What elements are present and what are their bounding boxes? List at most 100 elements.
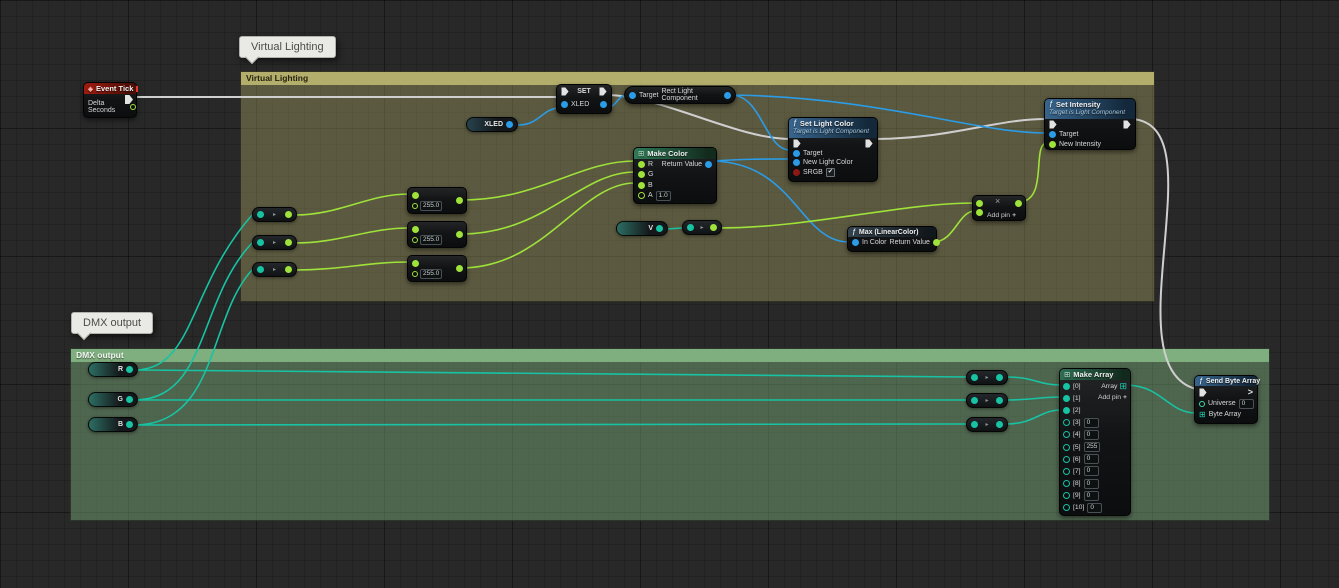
- wire-makecolor-newlightcolor[interactable]: [713, 159, 790, 161]
- make-color-a-pin[interactable]: [638, 192, 645, 199]
- node-conv-byte-to-float-g[interactable]: ▸: [252, 235, 297, 250]
- conv-in-pin[interactable]: [971, 421, 978, 428]
- conv-in-pin[interactable]: [971, 397, 978, 404]
- conv-in-pin[interactable]: [971, 374, 978, 381]
- conv-in-pin[interactable]: [257, 211, 264, 218]
- slc-exec-out-pin[interactable]: [865, 139, 872, 147]
- node-xled-getter[interactable]: XLED: [466, 117, 518, 132]
- node-set-light-color[interactable]: ƒ Set Light Color Target is Light Compon…: [788, 117, 878, 182]
- conv-out-pin[interactable]: [996, 374, 1003, 381]
- conv-in-pin[interactable]: [257, 266, 264, 273]
- sba-universe-value[interactable]: 0: [1239, 399, 1254, 409]
- multiply-a-pin[interactable]: [976, 200, 983, 207]
- node-conv-byte-to-float-r[interactable]: ▸: [252, 207, 297, 222]
- node-divide-255-g[interactable]: 255.0: [407, 221, 467, 248]
- conv-in-pin[interactable]: [257, 239, 264, 246]
- make-array-pin-5-value[interactable]: 255: [1084, 442, 1101, 452]
- make-array-pin-8-value[interactable]: 0: [1084, 479, 1099, 489]
- node-conv-byte-g[interactable]: ▸: [966, 393, 1008, 408]
- multiply-out-pin[interactable]: [1015, 200, 1022, 207]
- make-array-pin-0[interactable]: [1063, 383, 1070, 390]
- make-array-pin-9[interactable]: [1063, 492, 1070, 499]
- node-make-array[interactable]: ⊞ Make Array Array ⊞ Add pin + [0] [1] […: [1059, 368, 1131, 516]
- blueprint-graph-canvas[interactable]: Virtual Lighting DMX output Virtual Ligh…: [0, 0, 1339, 588]
- make-array-pin-2[interactable]: [1063, 407, 1070, 414]
- make-array-pin-6-value[interactable]: 0: [1084, 454, 1099, 464]
- wire-makearray-bytearray[interactable]: [1125, 385, 1196, 413]
- make-array-pin-4-value[interactable]: 0: [1084, 430, 1099, 440]
- make-color-return-pin[interactable]: [705, 161, 712, 168]
- make-array-pin-7-value[interactable]: 0: [1084, 466, 1099, 476]
- wire-vconv-multiply[interactable]: [719, 203, 975, 228]
- node-make-color[interactable]: ⊞ Make Color R Return Value G B A 1.0: [633, 147, 717, 204]
- divide-b-value[interactable]: 255.0: [420, 201, 442, 211]
- sba-universe-pin[interactable]: [1199, 401, 1205, 407]
- rect-light-target-pin[interactable]: [629, 92, 636, 99]
- node-multiply[interactable]: × Add pin +: [972, 195, 1026, 221]
- wire-rectlight-setlightcolor-target[interactable]: [731, 95, 790, 150]
- divide-b-pin[interactable]: [412, 203, 418, 209]
- divide-a-pin[interactable]: [412, 260, 419, 267]
- node-conv-byte-to-float-b[interactable]: ▸: [252, 262, 297, 277]
- v-getter-out-pin[interactable]: [656, 225, 663, 232]
- wire-g-conv2[interactable]: [136, 243, 252, 400]
- make-color-r-pin[interactable]: [638, 161, 645, 168]
- node-max-linearcolor[interactable]: ƒ Max (LinearColor) In Color Return Valu…: [847, 226, 937, 252]
- rect-light-out-pin[interactable]: [724, 92, 731, 99]
- make-array-pin-9-value[interactable]: 0: [1084, 491, 1099, 501]
- sba-exec-in-pin[interactable]: [1199, 388, 1206, 396]
- si-exec-in-pin[interactable]: [1049, 120, 1056, 128]
- wire-conv1-div1[interactable]: [295, 194, 409, 215]
- make-color-b-pin[interactable]: [638, 182, 645, 189]
- divide-b-pin[interactable]: [412, 237, 418, 243]
- xled-getter-out-pin[interactable]: [506, 121, 513, 128]
- conv-out-pin[interactable]: [996, 397, 1003, 404]
- divide-out-pin[interactable]: [456, 197, 463, 204]
- make-array-add-pin-label[interactable]: Add pin: [1098, 394, 1121, 401]
- max-return-pin[interactable]: [933, 239, 940, 246]
- node-v-getter[interactable]: V: [616, 221, 668, 236]
- node-set-xled[interactable]: SET XLED: [556, 84, 612, 114]
- make-color-a-value[interactable]: 1.0: [656, 191, 671, 201]
- si-target-pin[interactable]: [1049, 131, 1056, 138]
- wire-rectlight-setintensity-target[interactable]: [731, 95, 1046, 133]
- make-array-pin-6[interactable]: [1063, 456, 1070, 463]
- make-array-pin-3[interactable]: [1063, 419, 1070, 426]
- node-g-getter[interactable]: G: [88, 392, 138, 407]
- divide-out-pin[interactable]: [456, 265, 463, 272]
- node-send-byte-array[interactable]: ƒ Send Byte Array > Universe 0 ⊞ Byte Ar…: [1194, 375, 1258, 424]
- conv-out-pin[interactable]: [285, 266, 292, 273]
- make-array-pin-10-value[interactable]: 0: [1087, 503, 1102, 513]
- wire-bconv3-makearray2[interactable]: [1006, 410, 1061, 424]
- multiply-add-pin-label[interactable]: Add pin: [987, 212, 1010, 219]
- slc-new-light-color-pin[interactable]: [793, 159, 800, 166]
- node-r-getter[interactable]: R: [88, 362, 138, 377]
- node-get-rect-light-component[interactable]: Target Rect Light Component: [624, 86, 736, 104]
- make-color-g-pin[interactable]: [638, 171, 645, 178]
- conv-out-pin[interactable]: [996, 421, 1003, 428]
- wire-div1-makecolor-r[interactable]: [461, 161, 635, 200]
- make-array-array-out-pin[interactable]: ⊞: [1119, 382, 1127, 391]
- node-conv-byte-r[interactable]: ▸: [966, 370, 1008, 385]
- conv-in-pin[interactable]: [687, 224, 694, 231]
- make-array-pin-10[interactable]: [1063, 504, 1070, 511]
- node-divide-255-r[interactable]: 255.0: [407, 187, 467, 214]
- sba-byte-array-pin[interactable]: ⊞: [1199, 410, 1206, 419]
- set-exec-out-pin[interactable]: [599, 87, 606, 95]
- r-getter-out-pin[interactable]: [126, 366, 133, 373]
- node-conv-byte-b[interactable]: ▸: [966, 417, 1008, 432]
- make-array-pin-5[interactable]: [1063, 444, 1070, 451]
- make-array-pin-7[interactable]: [1063, 468, 1070, 475]
- make-array-pin-8[interactable]: [1063, 480, 1070, 487]
- divide-b-pin[interactable]: [412, 271, 418, 277]
- slc-srgb-pin[interactable]: [793, 169, 800, 176]
- add-pin-icon[interactable]: +: [1123, 394, 1127, 401]
- make-array-pin-4[interactable]: [1063, 431, 1070, 438]
- g-getter-out-pin[interactable]: [126, 396, 133, 403]
- sba-exec-out-pin[interactable]: >: [1248, 388, 1253, 397]
- wire-r-conv1[interactable]: [136, 215, 252, 370]
- wire-xled-set[interactable]: [518, 108, 560, 125]
- slc-exec-in-pin[interactable]: [793, 139, 800, 147]
- wire-max-multiply[interactable]: [933, 211, 975, 242]
- wire-r-bottomconv1[interactable]: [136, 370, 968, 377]
